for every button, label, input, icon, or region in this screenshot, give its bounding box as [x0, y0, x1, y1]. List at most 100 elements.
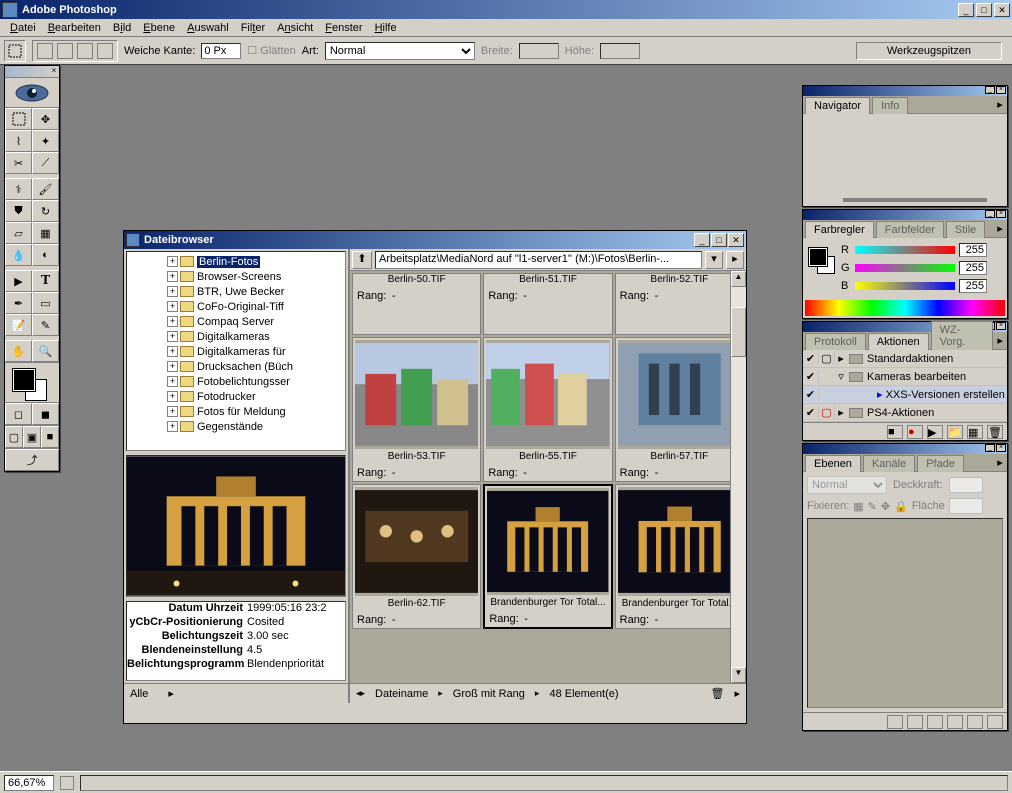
zoom-tool[interactable]: 🔍: [32, 340, 59, 362]
shape-tool[interactable]: ▭: [32, 292, 59, 314]
history-brush-tool[interactable]: ↻: [32, 200, 59, 222]
thumbnail[interactable]: Berlin-55.TIFRang: -: [483, 337, 612, 482]
hand-tool[interactable]: ✋: [5, 340, 32, 362]
path-go-button[interactable]: ▸: [726, 251, 744, 269]
quickmask-mode-button[interactable]: ◼: [32, 403, 59, 425]
r-value[interactable]: [959, 243, 987, 257]
tab-stile[interactable]: Stile: [946, 221, 985, 238]
tree-item[interactable]: +Berlin-Fotos: [127, 254, 345, 269]
tree-item[interactable]: +Compaq Server: [127, 314, 345, 329]
tree-item[interactable]: +Browser-Screens: [127, 269, 345, 284]
tab-info[interactable]: Info: [872, 97, 908, 114]
thumbnail[interactable]: Berlin-62.TIFRang: -: [352, 484, 481, 629]
tree-item[interactable]: +Digitalkameras für: [127, 344, 345, 359]
adjust-button[interactable]: [947, 715, 963, 729]
b-slider[interactable]: [855, 282, 955, 290]
mask-button[interactable]: [907, 715, 923, 729]
jump-to-button[interactable]: ⤴: [5, 449, 59, 471]
menu-fenster[interactable]: Fenster: [319, 21, 368, 35]
tab-farbfelder[interactable]: Farbfelder: [876, 221, 944, 238]
blur-tool[interactable]: 💧: [5, 244, 32, 266]
fg-color-well[interactable]: [13, 369, 35, 391]
menu-ebene[interactable]: Ebene: [137, 21, 181, 35]
notes-tool[interactable]: 📝: [5, 314, 32, 336]
thumbnail[interactable]: Berlin-50.TIFRang: -: [352, 273, 481, 335]
new-action-button[interactable]: ▦: [967, 425, 983, 439]
tree-item[interactable]: +Fotodrucker: [127, 389, 345, 404]
brushes-palette-button[interactable]: Werkzeugspitzen: [856, 42, 1002, 60]
color-wells[interactable]: [5, 362, 59, 402]
play-button[interactable]: ▶: [927, 425, 943, 439]
menu-bearbeiten[interactable]: Bearbeiten: [42, 21, 107, 35]
panel-close-icon[interactable]: ×: [996, 210, 1006, 218]
menu-ansicht[interactable]: Ansicht: [271, 21, 319, 35]
brush-tool[interactable]: 🖌: [32, 178, 59, 200]
fb-menu-icon[interactable]: ▸: [734, 687, 740, 700]
marquee-tool[interactable]: [5, 108, 32, 130]
doc-info-icon[interactable]: [60, 776, 74, 790]
stamp-tool[interactable]: ⛊: [5, 200, 32, 222]
tree-item[interactable]: +Fotos für Meldung: [127, 404, 345, 419]
antialias-checkbox[interactable]: ☐ Glätten: [247, 44, 295, 57]
record-button[interactable]: ●: [907, 425, 923, 439]
stop-button[interactable]: ■: [887, 425, 903, 439]
newlayer-button[interactable]: [967, 715, 983, 729]
fb-min-button[interactable]: _: [694, 233, 710, 247]
action-row[interactable]: ✔▢▸Standardaktionen: [803, 350, 1007, 368]
r-slider[interactable]: [855, 246, 955, 254]
panel-menu-icon[interactable]: ▸: [993, 220, 1007, 237]
panel-menu-icon[interactable]: ▸: [993, 332, 1007, 349]
thumbnail[interactable]: Berlin-53.TIFRang: -: [352, 337, 481, 482]
spectrum-ramp[interactable]: [805, 300, 1005, 316]
tree-item[interactable]: +Digitalkameras: [127, 329, 345, 344]
thumbnail[interactable]: Berlin-57.TIFRang: -: [615, 337, 744, 482]
style-select[interactable]: Normal: [325, 42, 475, 60]
sel-new-button[interactable]: [37, 43, 53, 59]
menu-bild[interactable]: Bild: [107, 21, 137, 35]
action-row[interactable]: ✔▢▸PS4-Aktionen: [803, 404, 1007, 422]
thumbs-scrollbar[interactable]: ▲ ▼: [730, 271, 746, 683]
tree-item[interactable]: +Drucksachen (Büch: [127, 359, 345, 374]
path-dropdown-button[interactable]: ▾: [705, 251, 723, 269]
screen-std-button[interactable]: ▢: [5, 426, 23, 448]
sel-sub-button[interactable]: [77, 43, 93, 59]
new-set-button[interactable]: 📁: [947, 425, 963, 439]
menu-hilfe[interactable]: Hilfe: [369, 21, 403, 35]
path-bar[interactable]: Arbeitsplatz\MediaNord auf ''l1-server1'…: [375, 251, 702, 269]
panel-min-icon[interactable]: _: [985, 210, 995, 218]
panel-menu-icon[interactable]: ▸: [993, 96, 1007, 113]
thumbnail[interactable]: Brandenburger Tor Total...Rang: -: [615, 484, 744, 629]
screen-full-menu-button[interactable]: ▣: [23, 426, 41, 448]
filebrowser-titlebar[interactable]: Dateibrowser _ □ ✕: [124, 231, 746, 249]
tools-close-icon[interactable]: ×: [49, 66, 59, 76]
folder-tree[interactable]: +Berlin-Fotos +Browser-Screens +BTR, Uwe…: [126, 251, 346, 451]
lasso-tool[interactable]: ⌇: [5, 130, 32, 152]
move-tool[interactable]: ✥: [32, 108, 59, 130]
sel-add-button[interactable]: [57, 43, 73, 59]
fb-trash-icon[interactable]: 🗑: [711, 687, 725, 700]
zoom-field[interactable]: 66,67%: [4, 775, 54, 791]
maximize-button[interactable]: □: [976, 3, 992, 17]
minimize-button[interactable]: _: [958, 3, 974, 17]
panel-min-icon[interactable]: _: [985, 444, 995, 452]
gradient-tool[interactable]: ▦: [32, 222, 59, 244]
panel-close-icon[interactable]: ×: [996, 444, 1006, 452]
g-value[interactable]: [959, 261, 987, 275]
zoom-slider[interactable]: [843, 198, 987, 202]
pen-tool[interactable]: ✒: [5, 292, 32, 314]
menu-datei[interactable]: Datei: [4, 21, 42, 35]
b-value[interactable]: [959, 279, 987, 293]
type-tool[interactable]: T: [32, 270, 59, 292]
sort-by[interactable]: Dateiname: [375, 688, 428, 700]
tab-navigator[interactable]: Navigator: [805, 97, 870, 114]
action-row[interactable]: ✔▸ XXS-Versionen erstellen: [803, 386, 1007, 404]
trash-button[interactable]: 🗑: [987, 425, 1003, 439]
tab-pfade[interactable]: Pfade: [917, 455, 964, 472]
close-button[interactable]: ✕: [994, 3, 1010, 17]
thumbnail[interactable]: Berlin-51.TIFRang: -: [483, 273, 612, 335]
healing-tool[interactable]: ⚕: [5, 178, 32, 200]
tree-item[interactable]: +Gegenstände: [127, 419, 345, 434]
wand-tool[interactable]: ✦: [32, 130, 59, 152]
menu-auswahl[interactable]: Auswahl: [181, 21, 235, 35]
tab-wzvorg[interactable]: WZ-Vorg.: [931, 321, 994, 350]
